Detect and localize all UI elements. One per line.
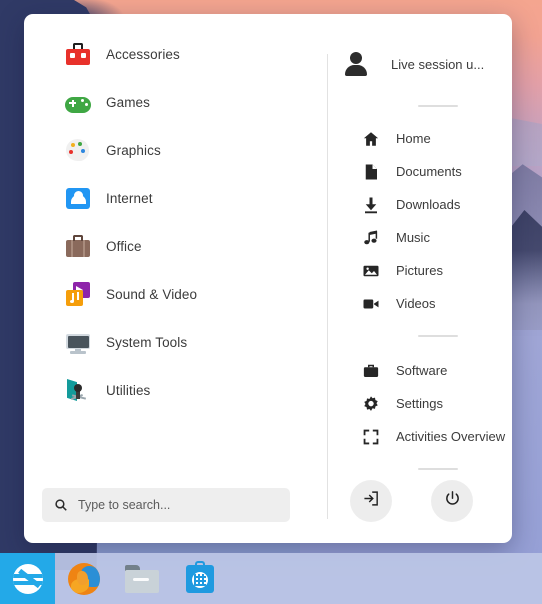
music-note-icon xyxy=(362,229,380,247)
gamepad-icon xyxy=(64,88,92,116)
places-item-pictures[interactable]: Pictures xyxy=(362,254,512,287)
system-label: Settings xyxy=(396,396,443,411)
system-item-activities-overview[interactable]: Activities Overview xyxy=(362,420,512,453)
tools-icon xyxy=(64,376,92,404)
category-label: Accessories xyxy=(106,46,180,62)
system-list: Software Settings Activities Overview xyxy=(362,354,512,453)
places-label: Videos xyxy=(396,296,436,311)
power-icon xyxy=(444,490,461,512)
user-account-item[interactable]: Live session u... xyxy=(341,42,484,86)
system-item-software[interactable]: Software xyxy=(362,354,512,387)
file-manager-icon xyxy=(125,564,159,593)
taskbar xyxy=(0,553,542,604)
video-camera-icon xyxy=(362,295,380,313)
system-label: Software xyxy=(396,363,448,378)
firefox-icon xyxy=(68,562,100,595)
power-button[interactable] xyxy=(431,480,473,522)
separator-places xyxy=(418,335,458,337)
image-icon xyxy=(362,262,380,280)
search-placeholder: Type to search... xyxy=(78,498,171,512)
home-icon xyxy=(362,130,380,148)
places-item-music[interactable]: Music xyxy=(362,221,512,254)
zorin-logo-icon xyxy=(12,563,43,594)
column-divider xyxy=(327,54,328,519)
briefcase-solid-icon xyxy=(362,362,380,380)
download-icon xyxy=(362,196,380,214)
taskbar-item-files[interactable] xyxy=(113,553,171,604)
logout-button[interactable] xyxy=(350,480,392,522)
places-label: Home xyxy=(396,131,431,146)
toolbox-icon xyxy=(64,40,92,68)
category-label: System Tools xyxy=(106,334,188,350)
places-item-documents[interactable]: Documents xyxy=(362,155,512,188)
category-label: Games xyxy=(106,94,151,110)
user-name-label: Live session u... xyxy=(391,56,485,72)
category-item-utilities[interactable]: Utilities xyxy=(42,366,304,414)
monitor-icon xyxy=(64,328,92,356)
category-item-office[interactable]: Office xyxy=(42,222,304,270)
system-item-settings[interactable]: Settings xyxy=(362,387,512,420)
system-label: Activities Overview xyxy=(396,429,506,444)
briefcase-icon xyxy=(64,232,92,260)
category-label: Graphics xyxy=(106,142,161,158)
user-avatar-icon xyxy=(341,49,371,79)
taskbar-start-button[interactable] xyxy=(0,553,55,604)
category-list: Accessories Games Graphics Internet Offi… xyxy=(42,30,304,414)
category-item-system-tools[interactable]: System Tools xyxy=(42,318,304,366)
palette-icon xyxy=(64,136,92,164)
category-label: Sound & Video xyxy=(106,286,198,302)
separator-user xyxy=(418,105,458,107)
application-menu-panel: Accessories Games Graphics Internet Offi… xyxy=(24,14,512,543)
cloud-icon xyxy=(64,184,92,212)
document-icon xyxy=(362,163,380,181)
category-item-games[interactable]: Games xyxy=(42,78,304,126)
separator-system xyxy=(418,468,458,470)
software-store-icon xyxy=(186,560,214,593)
taskbar-item-software[interactable] xyxy=(171,553,229,604)
gear-icon xyxy=(362,395,380,413)
places-label: Pictures xyxy=(396,263,443,278)
logout-icon xyxy=(363,490,380,512)
search-icon xyxy=(54,498,68,512)
category-label: Utilities xyxy=(106,382,151,398)
category-item-sound-and-video[interactable]: Sound & Video xyxy=(42,270,304,318)
places-label: Music xyxy=(396,230,430,245)
places-label: Downloads xyxy=(396,197,461,212)
expand-frame-icon xyxy=(362,428,380,446)
places-item-videos[interactable]: Videos xyxy=(362,287,512,320)
taskbar-item-firefox[interactable] xyxy=(55,553,113,604)
places-list: Home Documents Downloads Music Pictures xyxy=(362,122,512,320)
category-item-internet[interactable]: Internet xyxy=(42,174,304,222)
category-label: Office xyxy=(106,238,142,254)
places-item-downloads[interactable]: Downloads xyxy=(362,188,512,221)
category-label: Internet xyxy=(106,190,153,206)
search-input[interactable]: Type to search... xyxy=(42,488,290,522)
places-item-home[interactable]: Home xyxy=(362,122,512,155)
category-item-accessories[interactable]: Accessories xyxy=(42,30,304,78)
places-label: Documents xyxy=(396,164,462,179)
category-item-graphics[interactable]: Graphics xyxy=(42,126,304,174)
music-video-icon xyxy=(64,280,92,308)
